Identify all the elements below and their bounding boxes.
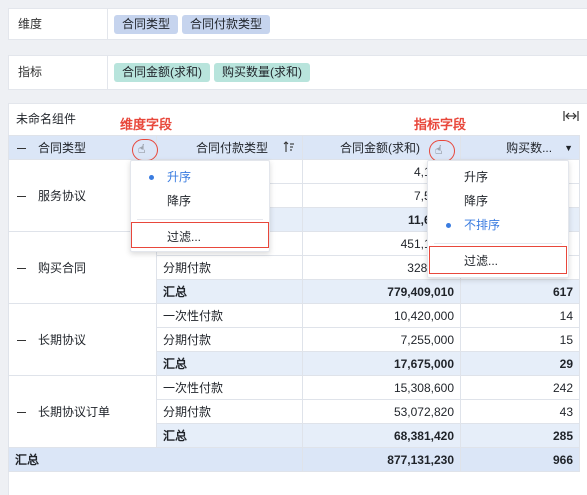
sort-asc-icon[interactable]	[282, 140, 296, 155]
header-payment-type[interactable]: 合同付款类型	[156, 135, 303, 160]
menu-divider	[137, 219, 263, 220]
widget-title: 未命名组件	[16, 112, 77, 126]
annotation-measure-field: 指标字段	[414, 117, 467, 132]
measure-row: 指标 合同金额(求和) 购买数量(求和)	[8, 55, 587, 90]
measure-pills: 合同金额(求和) 购买数量(求和)	[107, 56, 310, 89]
dimension-pill-payment-type[interactable]: 合同付款类型	[182, 14, 271, 34]
group-cell-long-term-order[interactable]: 长期协议订单	[8, 375, 157, 448]
menu-divider	[434, 243, 562, 244]
menu-item-desc[interactable]: 降序	[428, 189, 568, 213]
table-row: 长期协议 一次性付款 10,420,000 14	[8, 303, 580, 376]
dimension-row-label: 维度	[18, 17, 43, 31]
measure-pill-quantity[interactable]: 购买数量(求和)	[214, 63, 310, 82]
table-row: 长期协议订单 一次性付款 15,308,600 242	[8, 375, 580, 448]
menu-item-asc[interactable]: 升序	[131, 165, 269, 189]
collapse-icon[interactable]	[17, 268, 26, 270]
highlight-dimension-filter	[131, 222, 269, 248]
collapse-icon[interactable]	[17, 196, 26, 198]
collapse-icon[interactable]	[17, 412, 26, 414]
annotation-dimension-field: 维度字段	[120, 117, 173, 132]
dimension-pills: 合同类型 合同付款类型	[107, 9, 271, 39]
dimension-pill-contract-type[interactable]: 合同类型	[114, 14, 179, 34]
grand-total-row: 汇总 877,131,230 966	[8, 447, 580, 472]
menu-item-no-sort[interactable]: 不排序	[428, 213, 568, 237]
selected-dot-icon	[446, 223, 451, 228]
collapse-icon[interactable]	[17, 340, 26, 342]
selected-dot-icon	[149, 175, 154, 180]
hand-cursor-icon: ☝	[138, 142, 146, 156]
dimension-row: 维度 合同类型 合同付款类型	[8, 8, 587, 40]
menu-item-desc[interactable]: 降序	[131, 189, 269, 213]
table-header-row: 合同类型 合同付款类型 合同金额(求和) 购买数... ▼	[8, 135, 580, 160]
measure-pill-amount[interactable]: 合同金额(求和)	[114, 63, 210, 82]
group-cell-long-term[interactable]: 长期协议	[8, 303, 157, 376]
chevron-down-icon[interactable]: ▼	[564, 143, 573, 153]
highlight-measure-filter	[429, 246, 567, 274]
menu-item-asc[interactable]: 升序	[428, 165, 568, 189]
header-quantity[interactable]: 购买数... ▼	[460, 135, 580, 160]
hand-cursor-icon: ☝	[435, 143, 443, 157]
measure-row-label: 指标	[18, 65, 43, 79]
expand-width-icon[interactable]	[563, 110, 579, 124]
collapse-all-icon[interactable]	[17, 148, 26, 150]
